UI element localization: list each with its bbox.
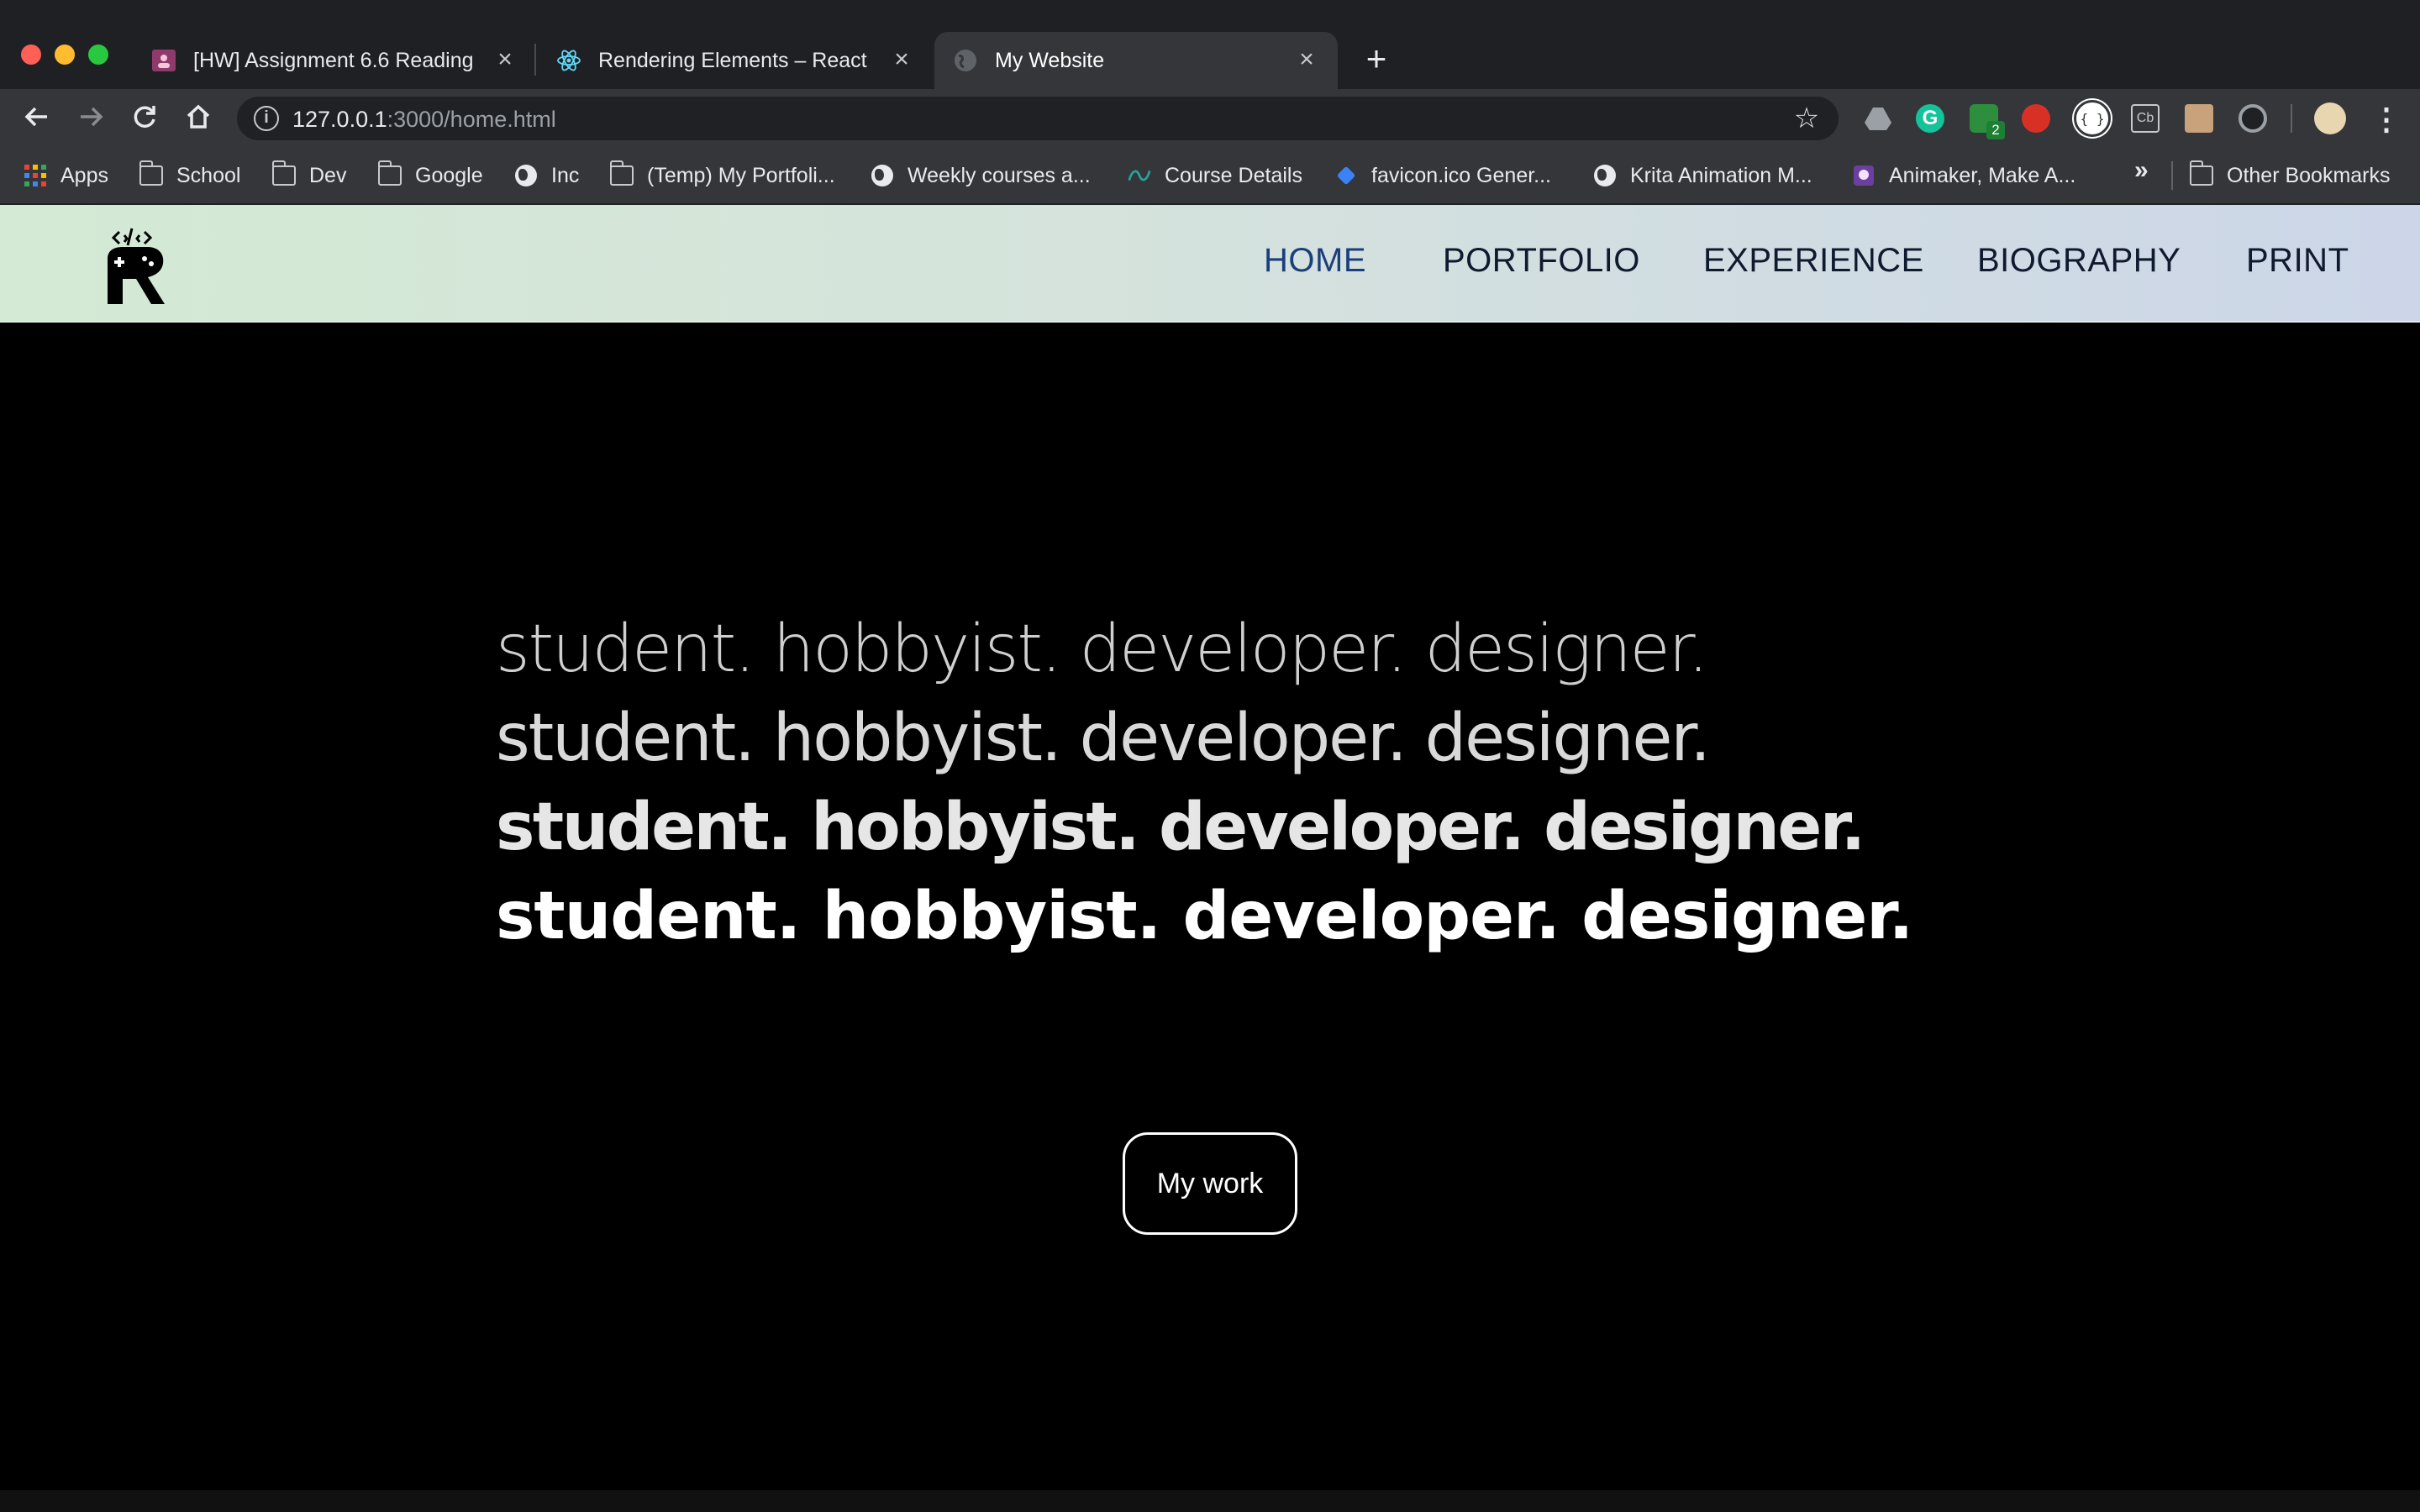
bookmark-folder-google[interactable]: Google [377,148,483,203]
bookmark-label: Course Details [1165,163,1302,187]
record-extension-icon[interactable] [2022,104,2050,133]
bookmark-label: Other Bookmarks [2227,163,2391,187]
home-icon [187,104,210,129]
nav-biography[interactable]: BIOGRAPHY [1977,242,2181,280]
folder-icon [609,160,634,187]
bookmark-course-details[interactable]: Course Details [1128,148,1302,203]
address-bar[interactable]: i 127.0.0.1:3000/home.html ☆ [237,97,1839,140]
folder-icon [2189,160,2213,187]
close-tab-icon[interactable]: × [492,47,518,72]
close-tab-icon[interactable]: × [1294,47,1319,72]
bookmark-label: School [176,163,241,187]
bookmark-animaker[interactable]: Animaker, Make A... [1852,148,2075,203]
bookmark-label: Dev [309,163,347,187]
site-info-icon[interactable]: i [254,106,279,131]
circle-extension-icon[interactable] [2238,104,2267,133]
globe-icon [953,48,978,73]
browser-toolbar: i 127.0.0.1:3000/home.html ☆ [0,89,2420,148]
window-bottom-edge [0,1490,2420,1512]
folder-icon [271,160,296,187]
globe-icon [871,164,894,187]
active-extension-icon[interactable]: { } [2074,100,2111,137]
back-button[interactable] [20,102,54,136]
nav-experience[interactable]: EXPERIENCE [1703,242,1924,280]
my-work-button[interactable]: My work [1123,1132,1297,1235]
hero-tagline-light: student. hobbyist. developer. designer. [496,612,1708,687]
apps-grid-icon [24,164,47,187]
checker-extension-icon[interactable]: 2 [1970,104,2005,139]
nav-portfolio[interactable]: PORTFOLIO [1443,242,1640,280]
bookmark-weekly-courses[interactable]: Weekly courses a... [871,148,1091,203]
reload-button[interactable] [128,102,161,136]
window-zoom-button[interactable] [88,45,108,65]
bookmark-label: Inc [551,163,580,187]
grammarly-extension-icon[interactable]: G [1916,104,1944,133]
bookmark-folder-dev[interactable]: Dev [271,148,347,203]
extension-badge: 2 [1986,121,2005,139]
favicon-gen-icon [1334,164,1358,187]
nav-print[interactable]: PRINT [2246,242,2349,280]
hero-tagline-regular: student. hobbyist. developer. designer. [496,701,1711,776]
browser-menu-icon[interactable]: ⋮ [2371,102,2402,136]
globe-icon [514,164,538,187]
browser-tab-react[interactable]: Rendering Elements – React × [538,32,933,89]
bookmark-krita[interactable]: Krita Animation M... [1593,148,1812,203]
tab-title: Rendering Elements – React [598,48,867,72]
toolbox-extension-icon[interactable] [2185,104,2213,133]
tab-title: My Website [995,48,1105,72]
back-arrow-icon [24,107,47,127]
home-button[interactable] [182,102,215,136]
bookmark-other-bookmarks[interactable]: Other Bookmarks [2189,148,2391,203]
reload-icon [134,106,155,128]
browser-tab-my-website[interactable]: My Website × [934,32,1338,89]
course-icon [1128,164,1151,187]
bookmarks-overflow-button[interactable]: » [2134,156,2149,185]
folder-icon [377,160,402,187]
bookmark-inc[interactable]: Inc [514,148,579,203]
bookmark-label: (Temp) My Portfoli... [647,163,835,187]
bookmark-label: Animaker, Make A... [1889,163,2076,187]
tab-separator [534,44,536,76]
bookmark-folder-portfolio[interactable]: (Temp) My Portfoli... [609,148,835,203]
browser-tab-strip: [HW] Assignment 6.6 Reading × Rendering … [0,0,2420,89]
bookmark-label: Weekly courses a... [908,163,1091,187]
nav-home[interactable]: HOME [1264,242,1366,280]
address-url: 127.0.0.1:3000/home.html [292,107,556,132]
new-tab-button[interactable]: + [1360,41,1393,76]
bookmarks-bar: Apps School Dev Google Inc (Temp) My Por… [0,148,2420,205]
globe-icon [1593,164,1617,187]
svg-text:{ }: { } [2081,111,2105,127]
extension-separator [2291,104,2292,133]
bookmark-label: favicon.ico Gener... [1371,163,1552,187]
forward-button[interactable] [74,102,108,136]
site-logo[interactable] [103,222,170,306]
google-drive-extension-icon[interactable] [1864,104,1892,133]
bookmark-label: Apps [60,163,108,187]
close-tab-icon[interactable]: × [889,47,914,72]
cb-extension-icon[interactable]: Cb [2131,104,2160,133]
bookmark-folder-school[interactable]: School [139,148,240,203]
profile-avatar[interactable] [2314,102,2346,134]
bookmark-label: Krita Animation M... [1630,163,1812,187]
code-brackets-icon [111,228,153,246]
bookmark-label: Google [415,163,483,187]
window-close-button[interactable] [21,45,41,65]
classroom-icon [151,48,176,73]
gamepad-r-logo-icon [108,247,165,304]
bookmark-apps[interactable]: Apps [24,148,108,203]
bookmark-favicon-generator[interactable]: favicon.ico Gener... [1334,148,1551,203]
site-header: HOME PORTFOLIO EXPERIENCE BIOGRAPHY PRIN… [0,205,2420,323]
forward-arrow-icon [81,107,103,127]
window-minimize-button[interactable] [55,45,75,65]
tab-title: [HW] Assignment 6.6 Reading [193,48,474,72]
hero-tagline-semibold: student. hobbyist. developer. designer. [496,790,1865,865]
browser-tab-assignment[interactable]: [HW] Assignment 6.6 Reading × [133,32,536,89]
bookmark-star-icon[interactable]: ☆ [1790,102,1823,135]
folder-icon [139,160,163,187]
animaker-icon [1852,164,1876,187]
react-icon [556,48,581,73]
hero-tagline-bold: student. hobbyist. developer. designer. [496,879,1913,954]
bookmarks-divider [2171,161,2173,190]
